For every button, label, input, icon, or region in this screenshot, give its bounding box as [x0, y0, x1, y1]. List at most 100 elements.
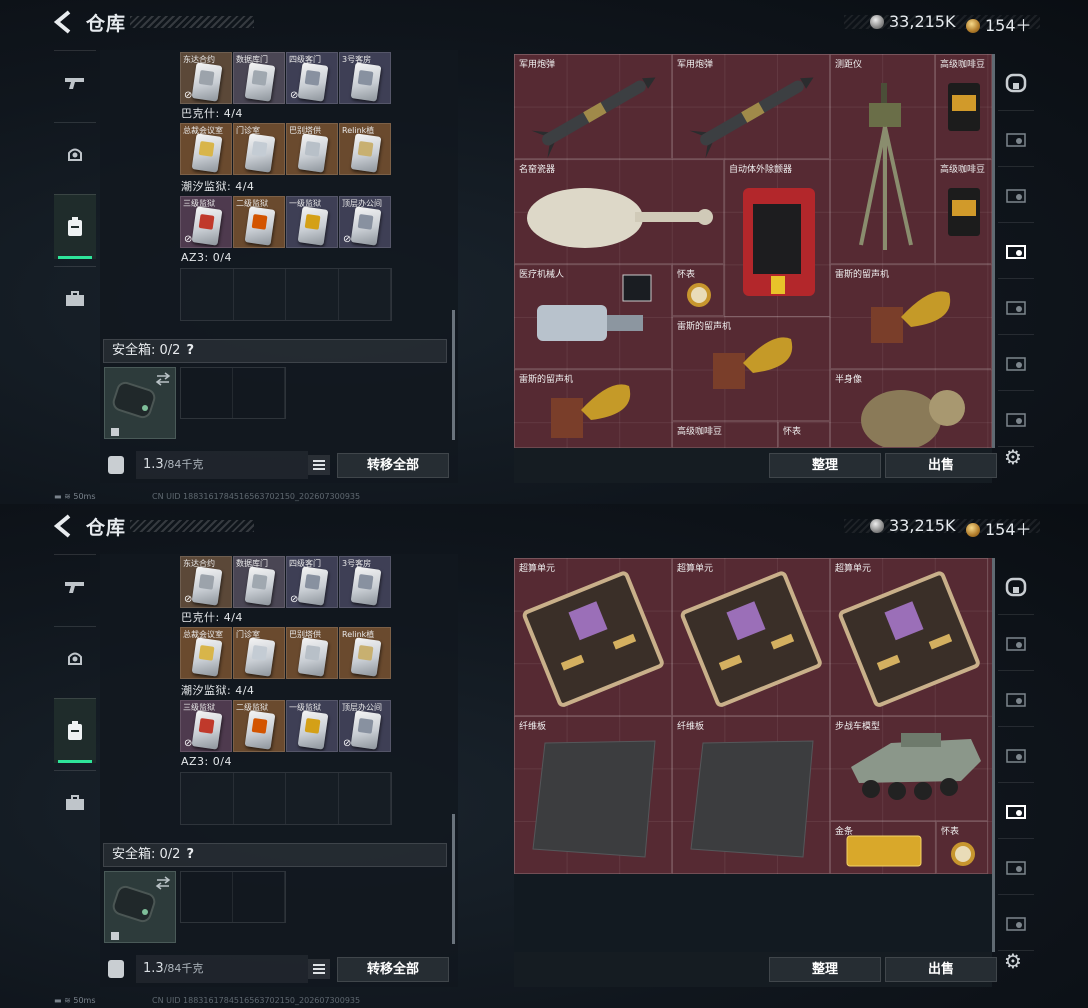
keycard-slot[interactable]: 总裁会议室 [180, 627, 232, 679]
safe-box-slot[interactable] [104, 871, 176, 943]
backpack-tab[interactable] [998, 54, 1034, 111]
tab-storage[interactable] [54, 194, 96, 259]
keycard-slot[interactable]: 数据库门 [233, 556, 285, 608]
storage-page-tab[interactable] [998, 894, 1034, 951]
safe-box-empty-slots[interactable] [180, 367, 286, 419]
inventory-item[interactable]: 超算单元 [672, 558, 830, 716]
keycard-slot[interactable]: 门诊室 [233, 627, 285, 679]
tab-weapons[interactable] [54, 554, 96, 619]
storage-page-tab[interactable] [998, 278, 1034, 335]
inventory-item[interactable]: 怀表 [672, 264, 724, 316]
inventory-item[interactable]: 步战车模型 [830, 716, 988, 821]
sort-button[interactable]: 整理 [769, 453, 881, 478]
keycard-slot[interactable]: Relink植 [339, 627, 391, 679]
keycard-slot[interactable]: 3号客房 [339, 52, 391, 104]
keycard-slot[interactable]: Relink植 [339, 123, 391, 175]
network-status: ▬ ≋ 50ms [54, 492, 96, 501]
keycard-slot[interactable]: 三级监狱 ⊘ [180, 700, 232, 752]
keycard-slot[interactable]: 数据库门 [233, 52, 285, 104]
inventory-item[interactable]: 军用炮弹 [672, 54, 830, 159]
inventory-item[interactable]: 军用炮弹 [514, 54, 672, 159]
tab-kit[interactable] [54, 770, 96, 835]
keycard-slot[interactable]: 东达合约 ⊘ [180, 52, 232, 104]
storage-page-tab[interactable] [998, 670, 1034, 727]
storage-page-tab[interactable] [998, 614, 1034, 671]
inventory-item[interactable]: 高级咖啡豆 [672, 421, 778, 448]
transfer-all-button[interactable]: 转移全部 [337, 453, 449, 478]
inventory-item[interactable]: 自动体外除颤器 [724, 159, 830, 317]
keycard-slot[interactable]: 巴别塔供 [286, 627, 338, 679]
safe-box-slot[interactable] [104, 367, 176, 439]
tab-storage[interactable] [54, 698, 96, 763]
storage-page-tab[interactable] [998, 334, 1034, 391]
inventory-item[interactable]: 怀表 [936, 821, 988, 874]
keycard-slot[interactable]: 总裁会议室 [180, 123, 232, 175]
inventory-item[interactable]: 纤维板 [672, 716, 830, 874]
inventory-item[interactable]: 金条 [830, 821, 936, 874]
help-icon[interactable]: ? [186, 343, 194, 358]
inventory-scrollbar[interactable] [992, 54, 995, 448]
ticket-balance[interactable]: 154＋ [966, 516, 1032, 540]
keycard-slot[interactable]: 门诊室 [233, 123, 285, 175]
silver-balance: 33,215K [870, 12, 955, 31]
inventory-panel: 军用炮弹 军用炮弹 测距仪 高级咖啡豆 名窑瓷器 自动体外除颤器 高级咖啡豆 医… [514, 54, 992, 448]
back-arrow-icon[interactable] [52, 513, 76, 539]
keycard-slot[interactable]: 东达合约 ⊘ [180, 556, 232, 608]
weight-value: 1.3 [143, 961, 164, 976]
empty-keycard-slots[interactable] [180, 772, 392, 825]
storage-page-tab[interactable] [998, 166, 1034, 223]
keycard-slot[interactable]: 三级监狱 ⊘ [180, 196, 232, 248]
keycard-slot[interactable]: 四级客门 ⊘ [286, 52, 338, 104]
storage-scrollbar[interactable] [452, 310, 455, 440]
inventory-item[interactable]: 测距仪 [830, 54, 935, 264]
inventory-item[interactable]: 纤维板 [514, 716, 672, 874]
inventory-item[interactable]: 雷斯的留声机 [514, 369, 672, 448]
keycard-slot[interactable]: 一级监狱 [286, 196, 338, 248]
keycard-slot[interactable]: 顶层办公间 ⊘ [339, 700, 391, 752]
sort-button[interactable]: 整理 [769, 957, 881, 982]
keycard-slot[interactable]: 巴别塔供 [286, 123, 338, 175]
settings-gear-icon[interactable]: ⚙ [1004, 445, 1022, 469]
inventory-item[interactable]: 医疗机械人 [514, 264, 672, 369]
inventory-item[interactable]: 名窑瓷器 [514, 159, 724, 264]
keycard-slot[interactable]: 四级客门 ⊘ [286, 556, 338, 608]
help-icon[interactable]: ? [186, 847, 194, 862]
inventory-item[interactable]: 雷斯的留声机 [830, 264, 992, 369]
transfer-all-button[interactable]: 转移全部 [337, 957, 449, 982]
sell-button[interactable]: 出售 [885, 957, 997, 982]
storage-page-tab-active[interactable] [998, 222, 1034, 279]
inventory-item[interactable]: 高级咖啡豆 [935, 54, 992, 159]
inventory-item[interactable]: 怀表 [778, 421, 830, 448]
storage-page-tab[interactable] [998, 726, 1034, 783]
inventory-item[interactable]: 超算单元 [830, 558, 988, 716]
inventory-item[interactable]: 高级咖啡豆 [935, 159, 992, 264]
keycard-slot[interactable]: 顶层办公间 ⊘ [339, 196, 391, 248]
tab-kit[interactable] [54, 266, 96, 331]
backpack-tab[interactable] [998, 558, 1034, 615]
list-view-button[interactable] [308, 959, 330, 979]
back-arrow-icon[interactable] [52, 9, 76, 35]
storage-page-tab[interactable] [998, 390, 1034, 447]
inventory-item[interactable]: 雷斯的留声机 [672, 316, 830, 421]
inventory-item[interactable]: 超算单元 [514, 558, 672, 716]
list-view-button[interactable] [308, 455, 330, 475]
keycard-slot[interactable]: 一级监狱 [286, 700, 338, 752]
storage-page-tab-active[interactable] [998, 782, 1034, 839]
keycard-slot[interactable]: 二级监狱 [233, 196, 285, 248]
tab-armor[interactable] [54, 626, 96, 691]
sell-button[interactable]: 出售 [885, 453, 997, 478]
empty-keycard-slots[interactable] [180, 268, 392, 321]
tab-weapons[interactable] [54, 50, 96, 115]
settings-gear-icon[interactable]: ⚙ [1004, 949, 1022, 973]
keycard-slot[interactable]: 3号客房 [339, 556, 391, 608]
item-name: 纤维板 [677, 722, 705, 732]
keycard-slot[interactable]: 二级监狱 [233, 700, 285, 752]
storage-scrollbar[interactable] [452, 814, 455, 944]
storage-page-tab[interactable] [998, 838, 1034, 895]
inventory-item[interactable]: 半身像 [830, 369, 992, 448]
storage-page-tab[interactable] [998, 110, 1034, 167]
safe-box-empty-slots[interactable] [180, 871, 286, 923]
ticket-balance[interactable]: 154＋ [966, 12, 1032, 36]
tab-armor[interactable] [54, 122, 96, 187]
inventory-scrollbar[interactable] [992, 558, 995, 952]
